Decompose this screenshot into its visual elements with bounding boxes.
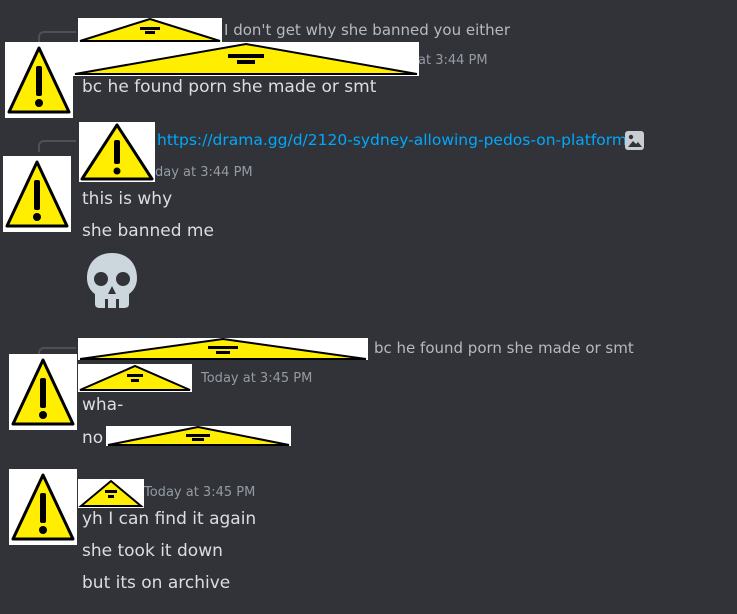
message-text: she banned me <box>82 221 214 241</box>
message-text: no <box>82 428 104 448</box>
user-avatar-warning-icon[interactable] <box>9 469 77 545</box>
reply-preview-text[interactable]: I don't get why she banned you either <box>224 21 510 39</box>
message-text: but its on archive <box>82 573 231 593</box>
redacted-name-icon <box>78 338 368 360</box>
redacted-name-icon <box>78 18 222 42</box>
reply-connector <box>38 140 76 152</box>
user-avatar-warning-icon[interactable] <box>9 354 77 430</box>
user-avatar-warning-icon[interactable] <box>5 42 73 118</box>
reply-preview-text[interactable]: bc he found porn she made or smt <box>374 339 634 357</box>
user-avatar-warning-icon[interactable] <box>3 156 71 232</box>
message-text: bc he found porn she made or smt <box>82 77 377 97</box>
message-text: wha- <box>82 395 124 415</box>
redacted-username-icon[interactable] <box>78 364 192 392</box>
timestamp: day at 3:44 PM <box>155 165 253 180</box>
message-text: she took it down <box>82 541 223 561</box>
timestamp: Today at 3:45 PM <box>144 485 256 500</box>
redacted-username-icon[interactable] <box>78 479 144 508</box>
reply-avatar-warning-icon <box>79 122 155 182</box>
timestamp: at 3:44 PM <box>418 53 488 68</box>
link-preview[interactable]: https://drama.gg/d/2120-sydney-allowing-… <box>157 130 627 150</box>
message-text: yh I can find it again <box>82 509 257 529</box>
image-icon[interactable] <box>625 131 644 150</box>
redacted-mention-icon[interactable] <box>106 426 291 446</box>
message-text: this is why <box>82 189 173 209</box>
skull-emoji <box>83 250 141 314</box>
timestamp: Today at 3:45 PM <box>201 371 313 386</box>
redacted-username-icon[interactable] <box>73 42 419 76</box>
